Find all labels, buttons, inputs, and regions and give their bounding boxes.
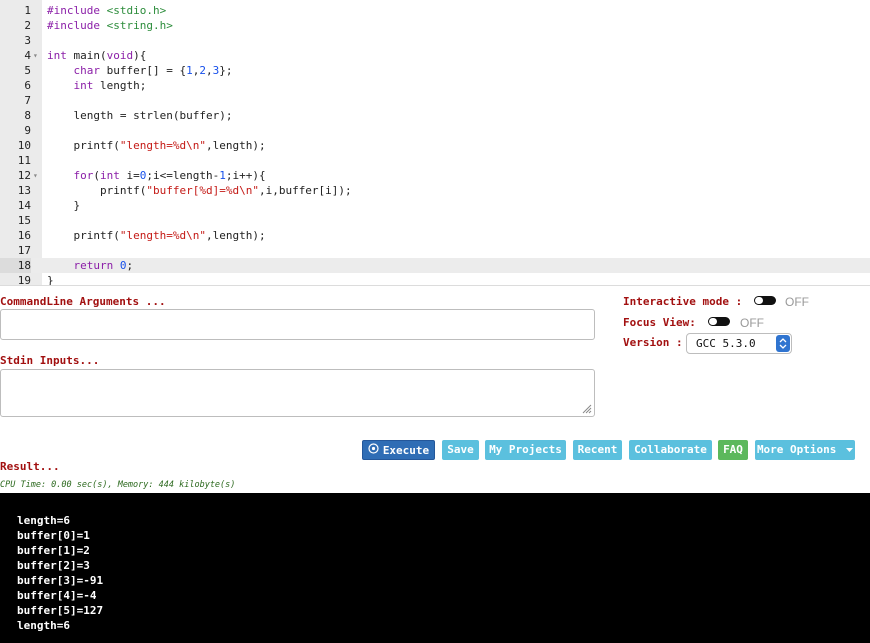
code-text: #include <string.h> (47, 19, 173, 32)
code-text: #include <stdio.h> (47, 4, 167, 17)
line-number: 2 (24, 19, 31, 32)
resize-handle-icon[interactable] (582, 404, 592, 414)
code-line[interactable]: 17 (0, 243, 870, 258)
code-line[interactable]: 19} (0, 273, 870, 286)
code-line[interactable]: 12 ▾ for(int i=0;i<=length-1;i++){ (0, 168, 870, 183)
interactive-mode-state: OFF (785, 295, 809, 309)
code-editor[interactable]: 1 #include <stdio.h> 2 #include <string.h> 3… (0, 0, 870, 286)
code-line[interactable]: 15 (0, 213, 870, 228)
more-options-label: More Options (756, 443, 837, 456)
code-text: for(int i=0;i<=length-1;i++){ (73, 169, 266, 182)
code-text: int main(void){ (47, 49, 147, 62)
fold-arrow-icon[interactable]: ▾ (33, 168, 41, 183)
cmd-args-input[interactable] (0, 309, 595, 340)
code-line[interactable]: 14 } (0, 198, 870, 213)
save-button[interactable]: Save (442, 440, 479, 460)
line-number: 8 (24, 109, 31, 122)
version-selected-value: GCC 5.3.0 (696, 337, 756, 350)
line-number: 4 (24, 49, 31, 62)
code-text: int length; (73, 79, 147, 92)
code-line[interactable]: 10 printf("length=%d\n",length); (0, 138, 870, 153)
output-line: buffer[4]=-4 (17, 589, 97, 602)
code-text: return 0; (73, 259, 134, 272)
execute-button[interactable]: Execute (362, 440, 435, 460)
line-number: 7 (24, 94, 31, 107)
code-line[interactable]: 13 printf("buffer[%d]=%d\n",i,buffer[i])… (0, 183, 870, 198)
code-line[interactable]: 4 ▾ int main(void){ (0, 48, 870, 63)
output-line: buffer[5]=127 (17, 604, 104, 617)
line-number: 3 (24, 34, 31, 47)
line-number: 16 (17, 229, 31, 242)
line-number: 17 (17, 244, 31, 257)
play-circle-icon (368, 441, 379, 461)
line-number: 15 (17, 214, 31, 227)
select-arrows-icon[interactable] (776, 335, 790, 352)
focus-view-state: OFF (740, 316, 764, 330)
stdin-label: Stdin Inputs... (0, 354, 100, 367)
caret-down-icon (846, 440, 854, 460)
line-number: 19 (17, 274, 31, 286)
code-line[interactable]: 18 return 0; (0, 258, 870, 273)
code-text: printf("length=%d\n",length); (73, 229, 266, 242)
code-text: length = strlen(buffer); (47, 109, 233, 122)
execute-label: Execute (382, 444, 430, 457)
code-text: } (47, 199, 81, 212)
line-number: 10 (17, 139, 31, 152)
collaborate-button[interactable]: Collaborate (629, 440, 712, 460)
output-line: buffer[3]=-91 (17, 574, 104, 587)
line-number: 18 (0, 258, 31, 273)
version-label: Version : (623, 336, 683, 349)
output-line: buffer[1]=2 (17, 544, 90, 557)
output-line: length=6 (17, 619, 70, 632)
cpu-memory-stats: CPU Time: 0.00 sec(s), Memory: 444 kilob… (0, 480, 236, 490)
line-number: 13 (17, 184, 31, 197)
code-line[interactable]: 9 (0, 123, 870, 138)
code-line[interactable]: 1 #include <stdio.h> (0, 3, 870, 18)
faq-button[interactable]: FAQ (718, 440, 748, 460)
more-options-button[interactable]: More Options (755, 440, 855, 460)
code-line[interactable]: 6 int length; (0, 78, 870, 93)
output-terminal: length=6 buffer[0]=1 buffer[1]=2 buffer[2]=… (0, 493, 870, 643)
interactive-mode-label: Interactive mode : (623, 295, 743, 308)
code-text: char buffer[] = {1,2,3}; (73, 64, 233, 77)
output-line: buffer[2]=3 (17, 559, 90, 572)
line-number: 12 (17, 169, 31, 182)
recent-button[interactable]: Recent (573, 440, 622, 460)
line-number: 5 (24, 64, 31, 77)
code-line[interactable]: 3 (0, 33, 870, 48)
code-line[interactable]: 2 #include <string.h> (0, 18, 870, 33)
stdin-input[interactable] (0, 369, 595, 417)
code-line[interactable]: 7 (0, 93, 870, 108)
line-number: 6 (24, 79, 31, 92)
line-number: 14 (17, 199, 31, 212)
code-text: } (47, 274, 54, 286)
code-line[interactable]: 5 char buffer[] = {1,2,3}; (0, 63, 870, 78)
focus-view-label: Focus View: (623, 316, 696, 329)
code-line[interactable]: 16 printf("length=%d\n",length); (0, 228, 870, 243)
focus-view-toggle[interactable] (708, 317, 730, 326)
fold-arrow-icon[interactable]: ▾ (33, 48, 41, 63)
code-text: printf("length=%d\n",length); (73, 139, 266, 152)
cmd-args-label: CommandLine Arguments ... (0, 295, 166, 308)
output-line: buffer[0]=1 (17, 529, 90, 542)
interactive-mode-toggle[interactable] (754, 296, 776, 305)
code-line[interactable]: 8 length = strlen(buffer); (0, 108, 870, 123)
version-select[interactable]: GCC 5.3.0 (686, 333, 792, 354)
line-number: 9 (24, 124, 31, 137)
line-number: 11 (17, 154, 31, 167)
code-line[interactable]: 11 (0, 153, 870, 168)
my-projects-button[interactable]: My Projects (485, 440, 566, 460)
line-number: 1 (24, 4, 31, 17)
output-line: length=6 (17, 514, 70, 527)
result-label: Result... (0, 460, 60, 473)
code-text: printf("buffer[%d]=%d\n",i,buffer[i]); (99, 184, 352, 197)
